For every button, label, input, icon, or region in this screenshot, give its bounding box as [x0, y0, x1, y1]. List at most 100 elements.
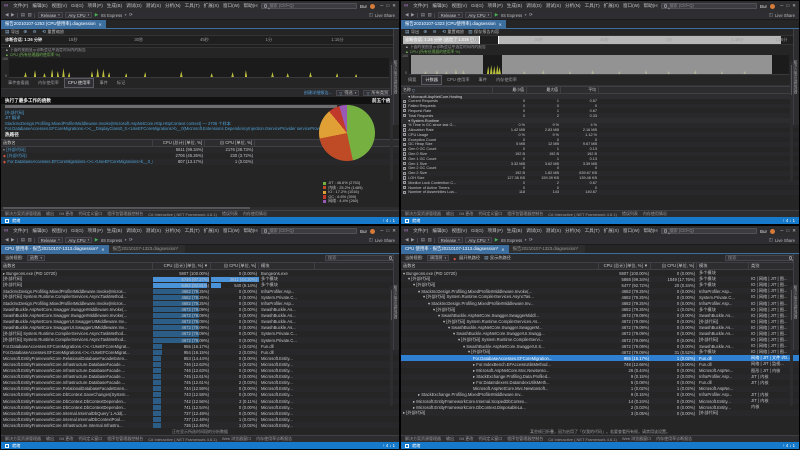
- save-icon[interactable]: ▥: [427, 237, 431, 243]
- account-name[interactable]: Bur: [760, 4, 767, 9]
- git-sync-status[interactable]: ↑ 4 ↓ 1: [783, 218, 795, 223]
- series-checkbox[interactable]: [403, 100, 406, 103]
- close-tab-icon[interactable]: ✕: [501, 247, 504, 252]
- solution-explorer-vertical-tab[interactable]: 解决方案资源管理器: [793, 254, 799, 350]
- search-box[interactable]: 搜索 (Ctrl+Q): [661, 3, 757, 10]
- col-module[interactable]: 模块: [697, 263, 749, 269]
- menu-item[interactable]: 帮助(H): [642, 228, 658, 234]
- minimize-button[interactable]: ─: [780, 228, 783, 234]
- menu-item[interactable]: 项目(P): [485, 3, 504, 9]
- menu-item[interactable]: 调试(D): [124, 3, 144, 9]
- panel-tab[interactable]: C# Interactive (.NET Framework 4.6.1): [148, 212, 217, 217]
- report-tab[interactable]: CPU 使用率: [443, 75, 474, 85]
- live-share-button[interactable]: ◫Live Share: [369, 237, 395, 243]
- vertical-scrollbar[interactable]: [790, 61, 793, 181]
- menu-item[interactable]: 工具(T): [183, 3, 202, 9]
- series-checkbox[interactable]: [403, 186, 406, 189]
- menu-item[interactable]: 调试(D): [524, 3, 544, 9]
- col-function-name[interactable]: 函数名: [1, 140, 153, 146]
- menu-item[interactable]: 生成(B): [505, 228, 524, 234]
- forward-icon[interactable]: ▶: [11, 12, 15, 18]
- menu-item[interactable]: 视图(V): [450, 228, 469, 234]
- col-total-cpu[interactable]: CPU (总计) [单位, %]: [153, 140, 205, 146]
- col-counter-name[interactable]: 名称 ▽: [401, 87, 493, 93]
- panel-tab[interactable]: C# Interactive (.NET Framework 4.6.1): [548, 212, 617, 217]
- menu-item[interactable]: 测试(S): [544, 3, 563, 9]
- menu-item[interactable]: 窗口(W): [221, 228, 242, 234]
- save-icon[interactable]: ▥: [427, 12, 431, 18]
- new-file-icon[interactable]: ▤: [421, 237, 425, 243]
- menu-item[interactable]: 文件(F): [11, 228, 30, 234]
- menu-item[interactable]: 视图(V): [50, 228, 69, 234]
- minimize-button[interactable]: ─: [380, 228, 383, 234]
- menu-item[interactable]: 分析(N): [563, 3, 583, 9]
- series-checkbox[interactable]: [403, 128, 406, 131]
- series-checkbox[interactable]: [403, 138, 406, 141]
- solution-explorer-vertical-tab[interactable]: 解决方案资源管理器: [393, 254, 399, 350]
- menu-item[interactable]: 编辑(E): [30, 228, 49, 234]
- git-sync-status[interactable]: ↑ 4 ↓ 1: [383, 218, 395, 223]
- report-tool-button[interactable]: ⊖: [33, 29, 38, 35]
- avatar[interactable]: [370, 4, 375, 9]
- report-tab[interactable]: 事件: [95, 78, 111, 88]
- account-name[interactable]: Bur: [760, 229, 767, 234]
- report-tool-button[interactable]: ⟲重置缩放: [42, 29, 64, 35]
- start-debug-icon[interactable]: ▶: [95, 237, 99, 243]
- live-share-button[interactable]: ◫Live Share: [769, 12, 795, 18]
- report-tab[interactable]: 计数器: [421, 75, 442, 85]
- series-checkbox[interactable]: [403, 109, 406, 112]
- document-tab[interactable]: 报告20210107-1323 (CPU使用率).diagsession✕: [401, 20, 506, 28]
- report-tab[interactable]: 标记: [113, 78, 129, 88]
- menu-item[interactable]: 调试(D): [524, 228, 544, 234]
- search-box[interactable]: 搜索 (Ctrl+Q): [261, 228, 357, 235]
- menu-item[interactable]: Git(G): [469, 3, 486, 9]
- refresh-icon[interactable]: ⟳: [129, 12, 133, 18]
- menu-item[interactable]: 帮助(H): [242, 228, 258, 234]
- avatar[interactable]: [770, 4, 775, 9]
- col-total-cpu[interactable]: CPU (总计) [单位, %] ▼: [599, 263, 651, 269]
- series-checkbox[interactable]: [403, 148, 406, 151]
- report-tab[interactable]: 内存使用率: [34, 78, 63, 88]
- run-profile-label[interactable]: IIS Express: [101, 238, 122, 243]
- menu-item[interactable]: 编辑(E): [30, 3, 49, 9]
- refresh-icon[interactable]: ⟳: [129, 237, 133, 243]
- menu-item[interactable]: 编辑(E): [430, 3, 449, 9]
- account-name[interactable]: Bur: [360, 4, 367, 9]
- series-checkbox[interactable]: [403, 143, 406, 146]
- menu-item[interactable]: 项目(P): [85, 228, 104, 234]
- menu-item[interactable]: 视图(V): [450, 3, 469, 9]
- menu-item[interactable]: 生成(B): [505, 3, 524, 9]
- account-name[interactable]: Bur: [360, 229, 367, 234]
- menu-item[interactable]: 生成(B): [105, 3, 124, 9]
- menu-item[interactable]: 工具(T): [183, 228, 202, 234]
- scrollbar-thumb[interactable]: [391, 290, 393, 320]
- solution-explorer-vertical-tab[interactable]: 解决方案资源管理器: [393, 29, 399, 125]
- menu-item[interactable]: 分析(N): [563, 228, 583, 234]
- create-detailed-report-link[interactable]: 创建详细报告...: [304, 90, 333, 96]
- vertical-scrollbar[interactable]: [390, 286, 393, 406]
- view-dropdown[interactable]: 调用树▾: [427, 255, 449, 261]
- series-checkbox[interactable]: [403, 152, 406, 155]
- series-checkbox[interactable]: [403, 162, 406, 165]
- menu-item[interactable]: Git(G): [69, 3, 86, 9]
- scrollbar-thumb[interactable]: [3, 207, 250, 209]
- cpu-usage-graph[interactable]: 100 0: [9, 58, 389, 78]
- report-tool-button[interactable]: ⊕: [423, 29, 428, 35]
- menu-item[interactable]: 测试(S): [544, 228, 563, 234]
- maximize-button[interactable]: □: [786, 3, 789, 9]
- col-max[interactable]: 最大值: [527, 87, 561, 93]
- search-filter-box[interactable]: 搜索: [725, 255, 795, 261]
- horizontal-scrollbar[interactable]: [1, 207, 399, 211]
- menu-item[interactable]: 帮助(H): [242, 3, 258, 9]
- live-share-button[interactable]: ◫Live Share: [769, 237, 795, 243]
- close-tab-icon[interactable]: ✕: [499, 22, 502, 27]
- report-tab[interactable]: 摘要: [404, 75, 420, 85]
- back-icon[interactable]: ◀: [405, 237, 409, 243]
- menu-item[interactable]: 窗口(W): [221, 3, 242, 9]
- platform-dropdown[interactable]: Any CPU▾: [465, 237, 492, 244]
- menu-item[interactable]: 文件(F): [411, 3, 430, 9]
- document-tab[interactable]: 报告20210107-1253 (CPU使用率).diagsession✕: [1, 20, 106, 28]
- series-checkbox[interactable]: [403, 191, 406, 194]
- configuration-dropdown[interactable]: Release▾: [438, 237, 463, 244]
- col-total-cpu[interactable]: CPU (总计) [单位, %] ▼: [153, 263, 211, 269]
